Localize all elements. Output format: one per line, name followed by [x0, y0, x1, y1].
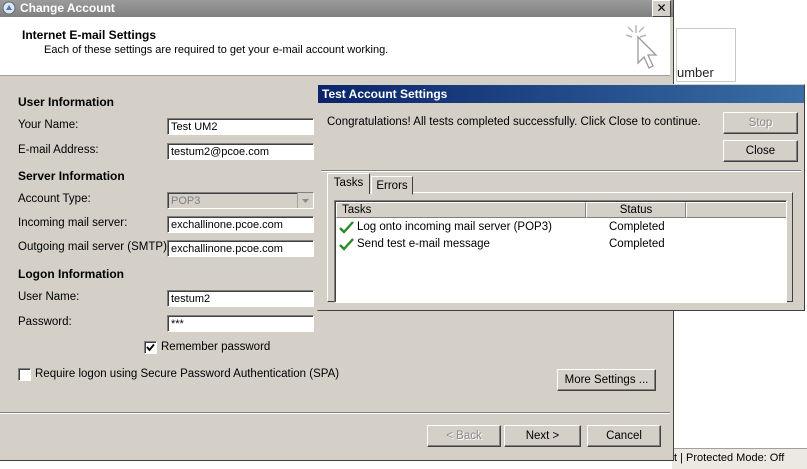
spa-label[interactable]: Require logon using Secure Password Auth…	[35, 368, 339, 380]
mail-app-icon	[2, 1, 16, 15]
column-header-status[interactable]: Status	[586, 202, 686, 218]
email-input[interactable]: testum2@pcoe.com	[167, 143, 314, 160]
protected-mode-status: t | Protected Mode: Off	[674, 452, 785, 464]
remember-password-label[interactable]: Remember password	[161, 341, 270, 353]
checkmark-icon	[146, 343, 155, 352]
account-type-label: Account Type:	[18, 193, 91, 205]
header-subtitle: Each of these settings are required to g…	[44, 44, 389, 56]
check-icon	[339, 221, 354, 234]
test-close-button[interactable]: Close	[723, 140, 798, 162]
test-result-message: Congratulations! All tests completed suc…	[327, 116, 701, 128]
test-dialog-title-bar[interactable]: Test Account Settings	[318, 85, 804, 103]
back-button[interactable]: < Back	[427, 425, 501, 447]
header-title: Internet E-mail Settings	[22, 28, 157, 42]
tab-tasks[interactable]: Tasks	[327, 173, 370, 194]
cancel-button[interactable]: Cancel	[587, 425, 661, 447]
column-header-empty	[686, 202, 786, 218]
username-label: User Name:	[18, 291, 80, 303]
column-header-tasks[interactable]: Tasks	[336, 202, 586, 218]
email-label: E-mail Address:	[18, 144, 99, 156]
close-button[interactable]: ✕	[652, 0, 671, 17]
cursor-click-icon	[625, 25, 658, 69]
title-bar[interactable]: Change Account ✕	[0, 0, 673, 17]
header-panel: Internet E-mail Settings Each of these s…	[0, 17, 670, 76]
outgoing-server-input[interactable]: exchallinone.pcoe.com	[167, 240, 314, 257]
more-settings-button[interactable]: More Settings ...	[557, 369, 656, 391]
incoming-server-label: Incoming mail server:	[18, 217, 128, 229]
test-dialog-separator	[321, 170, 801, 172]
logon-info-heading: Logon Information	[18, 267, 124, 281]
tab-errors[interactable]: Errors	[371, 176, 413, 195]
footer-separator	[0, 412, 670, 414]
your-name-input[interactable]: Test UM2	[167, 118, 314, 135]
table-row[interactable]: Log onto incoming mail server (POP3) Com…	[339, 220, 779, 236]
background-status-bar: t | Protected Mode: Off	[672, 448, 807, 469]
table-row[interactable]: Send test e-mail message Completed	[339, 237, 779, 253]
background-partial-text: umber	[677, 65, 714, 80]
task-name: Send test e-mail message	[357, 238, 490, 250]
task-status: Completed	[609, 238, 665, 250]
dropdown-arrow-icon	[297, 193, 313, 208]
user-info-heading: User Information	[18, 95, 115, 109]
window-title: Change Account	[20, 1, 115, 15]
spa-checkbox[interactable]	[18, 368, 31, 381]
incoming-server-input[interactable]: exchallinone.pcoe.com	[167, 216, 314, 233]
outgoing-server-label: Outgoing mail server (SMTP):	[18, 241, 171, 253]
next-button[interactable]: Next >	[504, 425, 581, 447]
task-status: Completed	[609, 221, 665, 233]
password-input[interactable]: ***	[167, 315, 314, 332]
account-type-select: POP3	[167, 192, 314, 209]
your-name-label: Your Name:	[18, 119, 79, 131]
server-info-heading: Server Information	[18, 169, 125, 183]
test-account-settings-dialog: Test Account Settings Congratulations! A…	[317, 84, 805, 311]
username-input[interactable]: testum2	[167, 290, 314, 307]
remember-password-checkbox[interactable]	[144, 341, 157, 354]
stop-button[interactable]: Stop	[723, 112, 798, 134]
test-dialog-title: Test Account Settings	[322, 87, 448, 101]
tasks-list: Tasks Status Log onto incoming mail serv…	[334, 200, 787, 303]
password-label: Password:	[18, 316, 72, 328]
task-name: Log onto incoming mail server (POP3)	[357, 221, 552, 233]
account-type-value: POP3	[171, 195, 201, 207]
check-icon	[339, 238, 354, 251]
